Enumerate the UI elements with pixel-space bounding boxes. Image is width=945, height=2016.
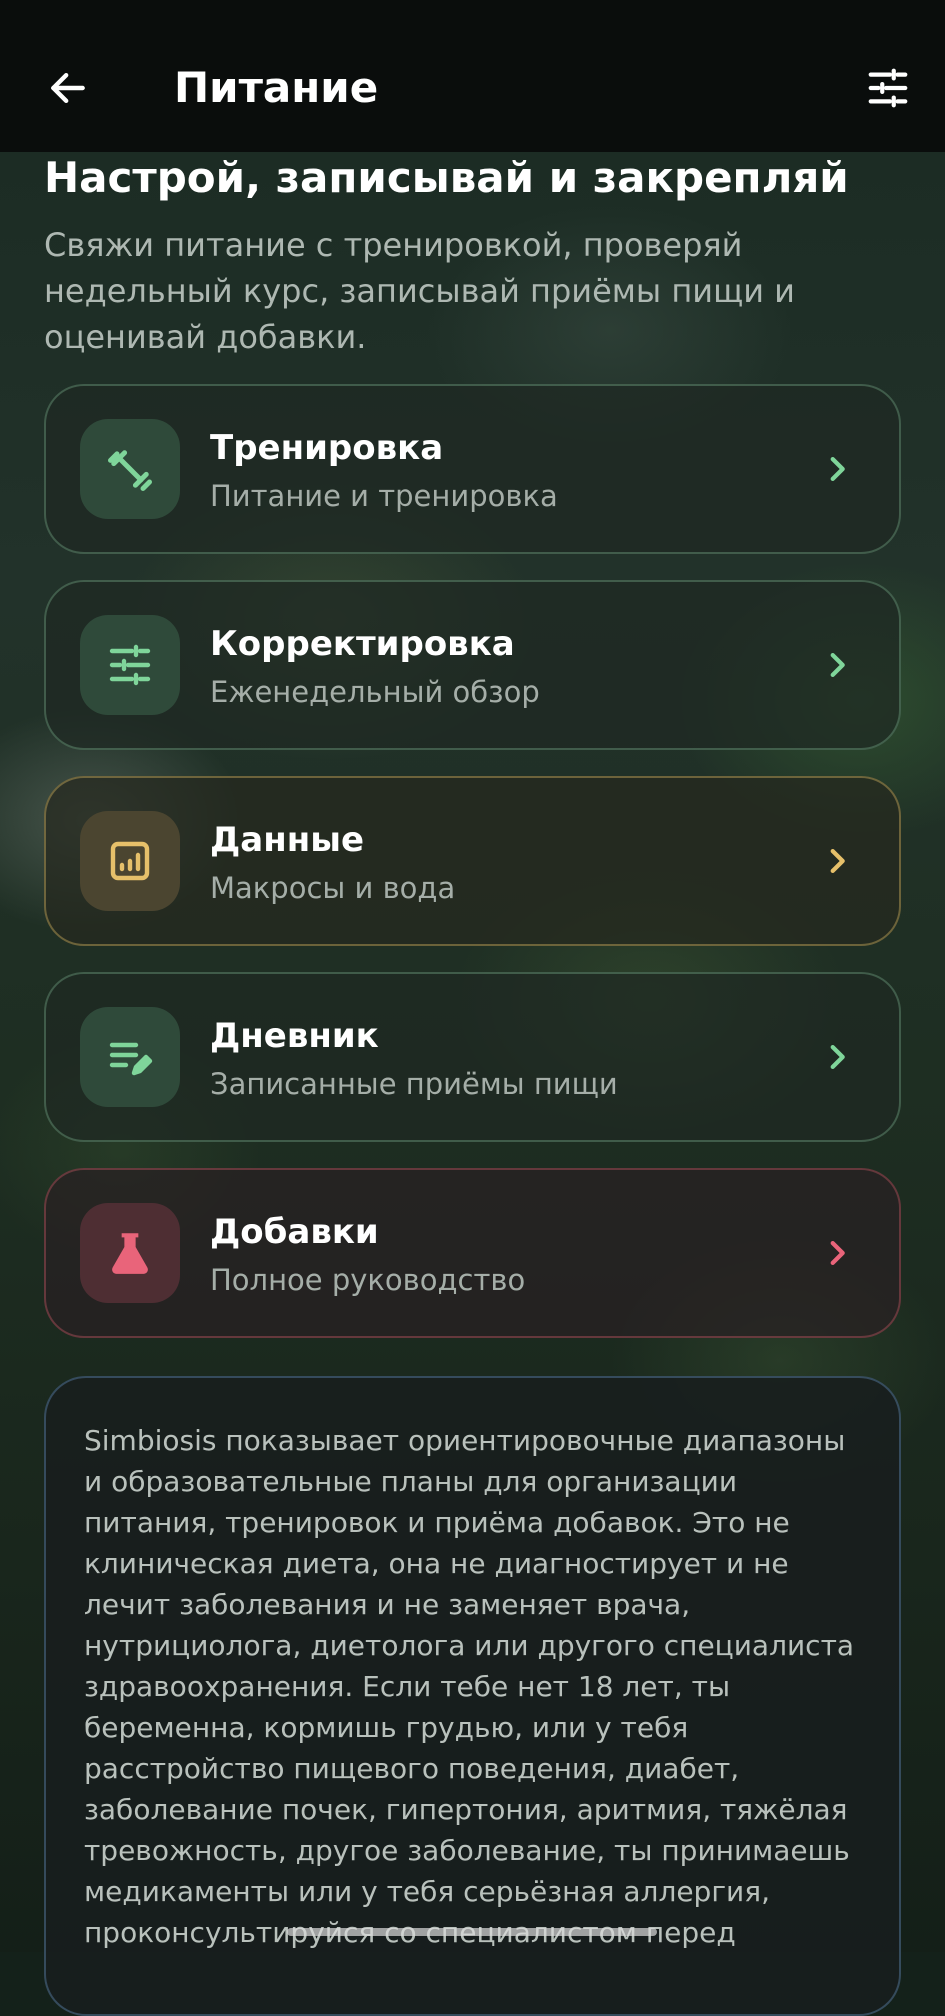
card-icon-box [80, 615, 180, 715]
card-title: Данные [210, 820, 365, 860]
card-icon-box [80, 419, 180, 519]
card-icon-box [80, 1007, 180, 1107]
card-subtitle: Еженедельный обзор [210, 675, 540, 709]
menu-card-data[interactable]: Данные Макросы и вода [44, 776, 901, 946]
card-icon-box [80, 1203, 180, 1303]
sliders-icon [109, 644, 151, 686]
dumbbell-icon [108, 450, 152, 491]
card-subtitle: Записанные приёмы пищи [210, 1067, 618, 1101]
app-bar: Питание [0, 0, 945, 152]
section-description: Свяжи питание с тренировкой, проверяй не… [44, 226, 795, 356]
disclaimer-card: Simbiosis показывает ориентировочные диа… [44, 1376, 901, 2016]
card-title: Корректировка [210, 624, 515, 664]
arrow-left-icon [51, 72, 85, 104]
chevron-right-icon [815, 1035, 859, 1079]
card-title: Дневник [210, 1016, 379, 1056]
notes-edit-icon [109, 1042, 153, 1076]
menu-card-supplements[interactable]: Добавки Полное руководство [44, 1168, 901, 1338]
menu-card-diary[interactable]: Дневник Записанные приёмы пищи [44, 972, 901, 1142]
nutrition-menu: Тренировка Питание и тренировка Корректи… [44, 384, 901, 1364]
section-heading: Настрой, записывай и закрепляй [44, 153, 849, 202]
chevron-right-icon [815, 643, 859, 687]
flask-icon [112, 1233, 148, 1274]
card-subtitle: Питание и тренировка [210, 479, 558, 513]
back-button[interactable] [36, 56, 100, 120]
menu-card-adjustment[interactable]: Корректировка Еженедельный обзор [44, 580, 901, 750]
page-title: Питание [174, 63, 379, 112]
card-title: Добавки [210, 1212, 379, 1252]
card-title: Тренировка [210, 428, 444, 468]
sliders-icon [868, 68, 908, 108]
filter-button[interactable] [856, 56, 920, 120]
chevron-right-icon [815, 839, 859, 883]
card-subtitle: Полное руководство [210, 1263, 526, 1297]
home-indicator[interactable] [287, 1928, 657, 1936]
chart-box-icon [110, 841, 150, 881]
chevron-right-icon [815, 447, 859, 491]
disclaimer-text: Simbiosis показывает ориентировочные диа… [84, 1424, 855, 1949]
chevron-right-icon [815, 1231, 859, 1275]
card-subtitle: Макросы и вода [210, 871, 456, 905]
menu-card-training[interactable]: Тренировка Питание и тренировка [44, 384, 901, 554]
card-icon-box [80, 811, 180, 911]
